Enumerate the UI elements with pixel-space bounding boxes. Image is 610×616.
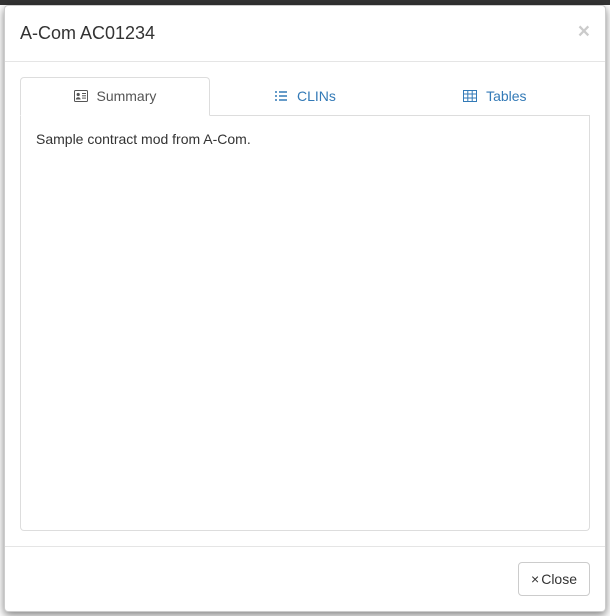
tab-clins[interactable]: CLINs bbox=[210, 77, 400, 116]
close-icon[interactable]: × bbox=[578, 21, 590, 42]
modal-title: A-Com AC01234 bbox=[20, 21, 155, 46]
tab-summary[interactable]: Summary bbox=[20, 77, 210, 116]
modal-header: A-Com AC01234 × bbox=[5, 6, 605, 62]
close-icon: × bbox=[531, 571, 539, 587]
table-icon bbox=[463, 89, 477, 105]
id-card-icon bbox=[74, 89, 88, 105]
tab-label: Tables bbox=[486, 88, 526, 104]
modal-footer: ×Close bbox=[5, 546, 605, 611]
summary-text: Sample contract mod from A-Com. bbox=[36, 131, 574, 147]
close-button[interactable]: ×Close bbox=[518, 562, 590, 596]
tab-list: Summary CLINs Tables bbox=[20, 77, 590, 116]
list-icon bbox=[274, 89, 288, 105]
tab-label: Summary bbox=[96, 88, 156, 104]
close-label: Close bbox=[541, 571, 577, 587]
tab-panel-summary: Sample contract mod from A-Com. bbox=[20, 116, 590, 531]
tab-tables[interactable]: Tables bbox=[400, 77, 590, 116]
modal-dialog: A-Com AC01234 × Summary CLINs bbox=[4, 5, 606, 612]
tab-label: CLINs bbox=[297, 88, 336, 104]
modal-body: Summary CLINs Tables bbox=[5, 62, 605, 546]
